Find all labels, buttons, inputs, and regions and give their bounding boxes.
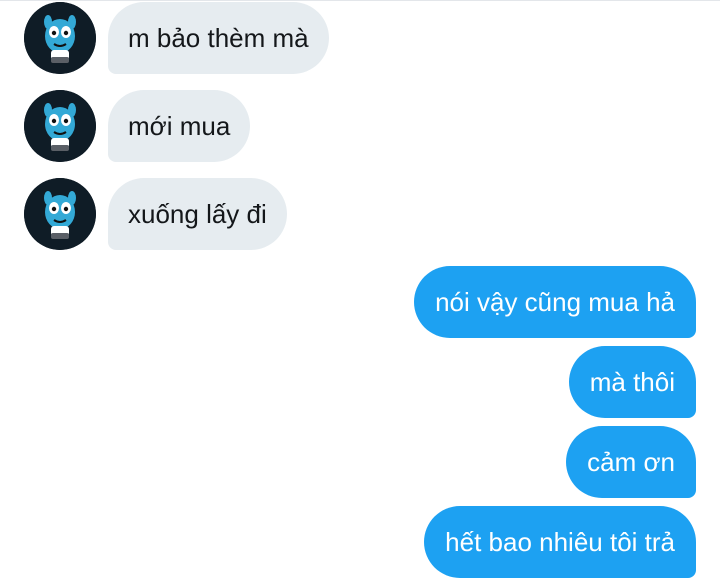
- gumball-avatar-icon[interactable]: [24, 178, 96, 250]
- outgoing-message-bubble[interactable]: hết bao nhiêu tôi trả: [424, 506, 696, 578]
- header-divider: [0, 0, 720, 1]
- message-text: m bảo thèm mà: [128, 23, 309, 53]
- incoming-message-bubble[interactable]: xuống lấy đi: [108, 178, 287, 250]
- message-text: hết bao nhiêu tôi trả: [445, 527, 675, 557]
- gumball-avatar-icon[interactable]: [24, 90, 96, 162]
- message-text: mà thôi: [589, 367, 675, 397]
- gumball-avatar-icon[interactable]: [24, 2, 96, 74]
- message-text: cảm ơn: [587, 447, 675, 477]
- incoming-message-bubble[interactable]: m bảo thèm mà: [108, 2, 329, 74]
- message-text: xuống lấy đi: [128, 199, 267, 229]
- message-text: nói vậy cũng mua hả: [435, 287, 675, 317]
- outgoing-message-bubble[interactable]: mà thôi: [568, 346, 696, 418]
- outgoing-message-bubble[interactable]: cảm ơn: [566, 426, 696, 498]
- message-text: mới mua: [128, 111, 231, 141]
- incoming-message-bubble[interactable]: mới mua: [108, 90, 251, 162]
- outgoing-message-bubble[interactable]: nói vậy cũng mua hả: [414, 266, 696, 338]
